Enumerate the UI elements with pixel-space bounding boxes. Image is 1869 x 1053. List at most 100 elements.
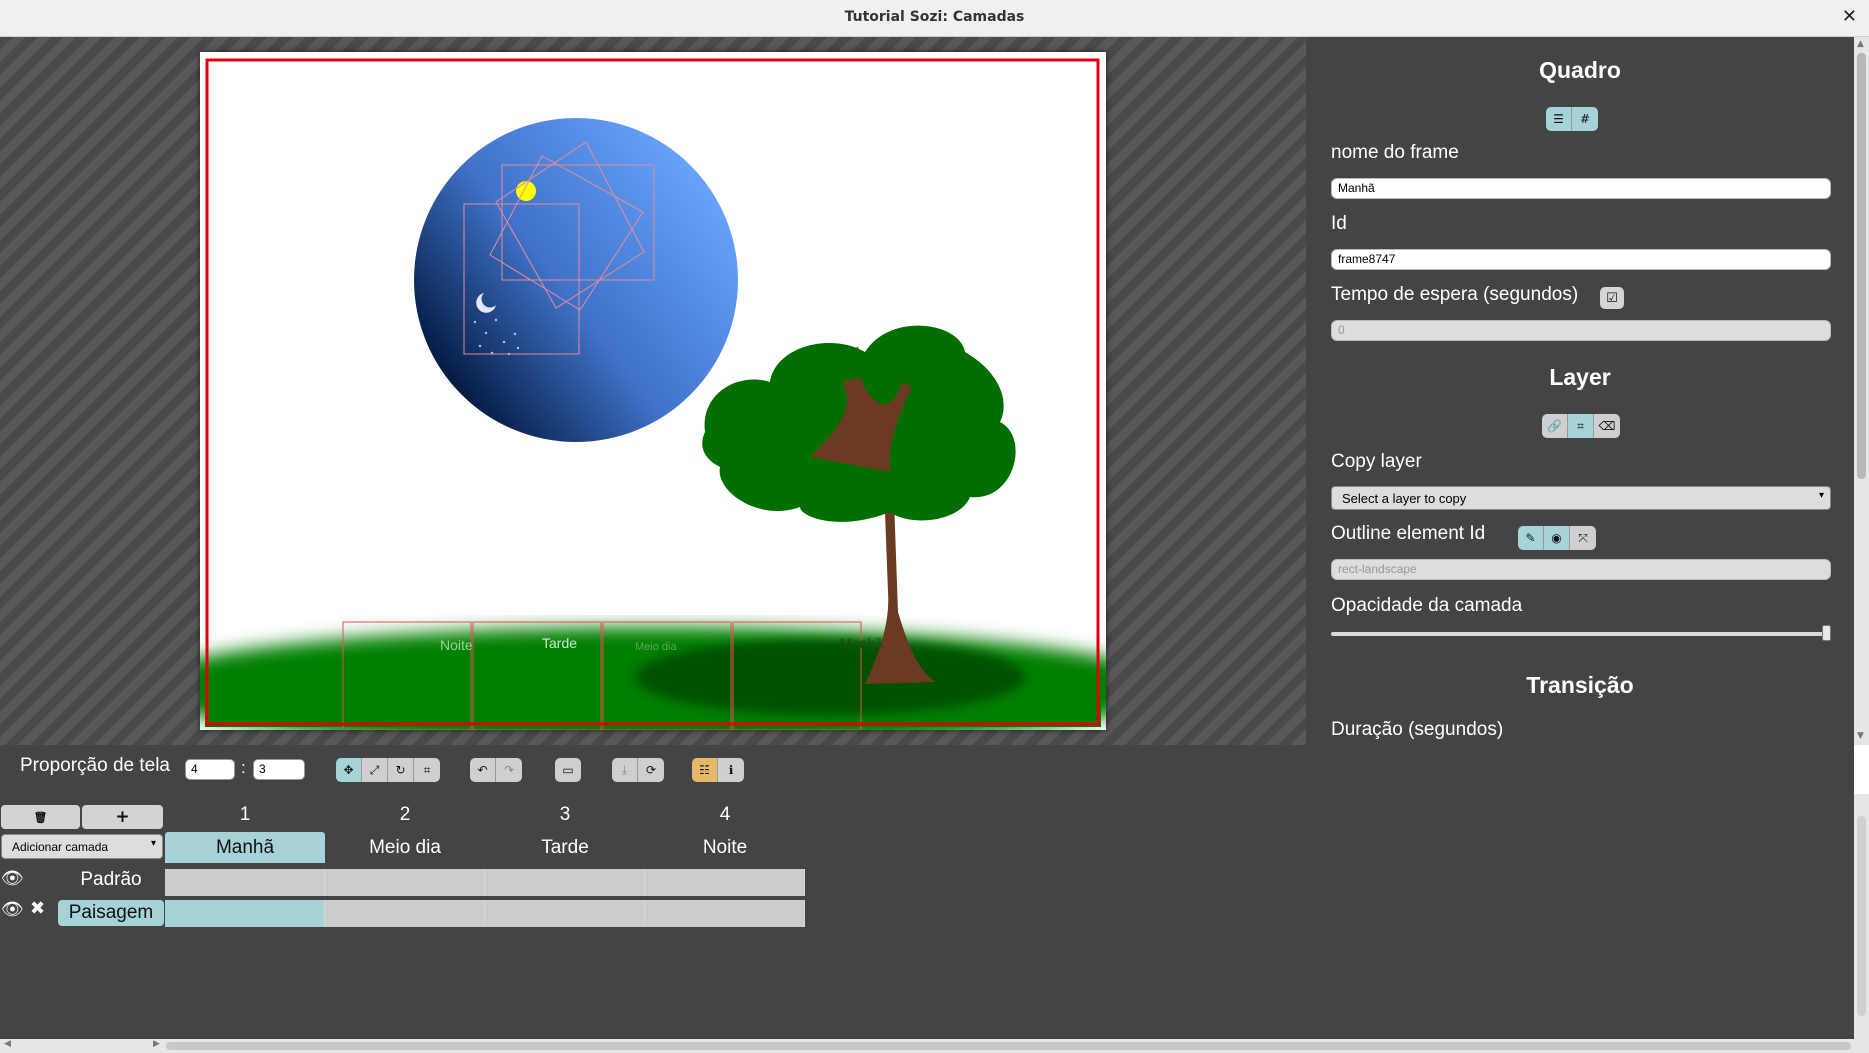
preview-area[interactable]: Noite Tarde Meio dia Manhã <box>0 37 1306 745</box>
eraser-icon[interactable]: ⌫ <box>1594 414 1620 438</box>
timeline-cell[interactable] <box>325 869 485 896</box>
sun <box>516 181 536 201</box>
frame-tab-meio-dia[interactable]: Meio dia <box>325 832 485 863</box>
layer-heading: Layer <box>1549 364 1611 390</box>
info-icon[interactable]: ℹ <box>718 758 744 782</box>
timeline-cell[interactable] <box>645 869 805 896</box>
copy-layer-select[interactable]: Select a layer to copy ▾ <box>1331 486 1831 510</box>
timeout-enable-checkbox-icon[interactable]: ☑ <box>1600 287 1624 309</box>
undo-icon[interactable]: ↶ <box>470 758 496 782</box>
copy-layer-select-value: Select a layer to copy <box>1342 491 1467 506</box>
frame-label-noite: Noite <box>440 637 473 653</box>
hash-icon[interactable]: # <box>1572 107 1598 131</box>
remove-layer-icon[interactable]: ✖ <box>30 898 45 919</box>
presentation-canvas[interactable]: Noite Tarde Meio dia Manhã <box>200 52 1106 730</box>
copy-layer-label: Copy layer <box>1331 451 1422 472</box>
panel-scrollbar-thumb[interactable] <box>1857 53 1866 479</box>
opacity-slider-handle[interactable] <box>1822 625 1831 641</box>
layer-label-paisagem[interactable]: Paisagem <box>58 900 164 926</box>
frame-label-manha: Manhã <box>840 635 883 651</box>
sliders-icon[interactable]: ☷ <box>692 758 718 782</box>
timeline-hscrollbar[interactable]: ◀ ▶ <box>0 1039 1869 1053</box>
layer-label-padrao[interactable]: Padrão <box>58 869 164 895</box>
fit-icon[interactable]: ⤧ <box>1570 526 1596 550</box>
transition-heading: Transição <box>1526 672 1634 698</box>
aspect-height-input[interactable]: 3 <box>253 759 305 780</box>
transform-tools-group: ✥ ⤢ ↻ ⌗ <box>336 758 440 782</box>
link-icon[interactable]: 🔗 <box>1542 414 1568 438</box>
history-group: ↶ ↷ <box>470 758 522 782</box>
timeline-area: Proporção de tela 4 : 3 ✥ ⤢ ↻ ⌗ ↶ ↷ ▭ ⤓ … <box>0 745 1854 1039</box>
timeout-input[interactable]: 0 <box>1331 320 1831 341</box>
window-title: Tutorial Sozi: Camadas <box>844 9 1025 25</box>
chevron-down-icon: ▾ <box>150 838 156 849</box>
frame-number-4: 4 <box>719 804 731 825</box>
view-toggle-group: ☰ # <box>1546 107 1598 131</box>
timeline-vscrollbar[interactable] <box>1854 794 1869 1039</box>
timeline-hscrollbar-thumb[interactable] <box>166 1042 1851 1050</box>
aspect-separator: : <box>241 758 246 777</box>
plus-icon: + <box>115 807 130 827</box>
panel-toggle-group: ☷ ℹ <box>692 758 744 782</box>
outline-input[interactable]: rect-landscape <box>1331 559 1831 580</box>
layer-tools-group: 🔗 ⌗ ⌫ <box>1542 414 1620 438</box>
opacity-label: Opacidade da camada <box>1331 595 1523 616</box>
frame-number-2: 2 <box>399 804 411 825</box>
title-bar: Tutorial Sozi: Camadas ✕ <box>0 0 1869 37</box>
frame-number-3: 3 <box>559 804 571 825</box>
pick-icon[interactable]: ✎ <box>1518 526 1544 550</box>
timeline-cell-selected[interactable] <box>165 900 325 927</box>
rotate-icon[interactable]: ↻ <box>388 758 414 782</box>
reload-icon[interactable]: ⟳ <box>638 758 664 782</box>
eye-icon[interactable]: 👁 <box>1 899 24 920</box>
frame-tab-manha[interactable]: Manhã <box>165 832 325 863</box>
frame-name-input[interactable]: Manhã <box>1331 178 1831 199</box>
frame-name-label: nome do frame <box>1331 142 1459 163</box>
monitor-icon[interactable]: ▭ <box>555 758 581 782</box>
scroll-left-icon[interactable]: ◀ <box>4 1039 11 1049</box>
add-frame-button[interactable]: + <box>82 805 163 829</box>
preview-group: ▭ <box>555 758 581 782</box>
frame-tab-noite[interactable]: Noite <box>645 832 805 863</box>
add-layer-select[interactable]: Adicionar camada ▾ <box>1 834 163 859</box>
list-icon[interactable]: ☰ <box>1546 107 1572 131</box>
panel-scrollbar[interactable]: ▲ ▼ <box>1854 37 1869 745</box>
id-label: Id <box>1331 213 1347 234</box>
scroll-right-icon[interactable]: ▶ <box>153 1039 160 1049</box>
timeline-vscrollbar-thumb[interactable] <box>1857 816 1866 1016</box>
eye-slash-icon[interactable]: ◉ <box>1544 526 1570 550</box>
move-icon[interactable]: ✥ <box>336 758 362 782</box>
timeline-cell[interactable] <box>645 900 805 927</box>
id-input[interactable]: frame8747 <box>1331 249 1831 270</box>
timeline-cell[interactable] <box>485 869 645 896</box>
frame-tab-tarde[interactable]: Tarde <box>485 832 645 863</box>
scale-icon[interactable]: ⤢ <box>362 758 388 782</box>
timeout-label: Tempo de espera (segundos) <box>1331 284 1579 305</box>
duration-label: Duração (segundos) <box>1331 719 1504 740</box>
opacity-slider[interactable] <box>1331 625 1831 641</box>
crop-icon[interactable]: ⌗ <box>414 758 440 782</box>
frame-number-1: 1 <box>239 804 251 825</box>
chevron-down-icon: ▾ <box>1818 490 1824 501</box>
delete-layer-button[interactable]: 🗑 <box>1 805 80 829</box>
redo-icon[interactable]: ↷ <box>496 758 522 782</box>
timeline-cell[interactable] <box>485 900 645 927</box>
timeline-cell[interactable] <box>325 900 485 927</box>
trash-icon: 🗑 <box>33 810 48 824</box>
add-layer-select-value: Adicionar camada <box>12 840 109 854</box>
aspect-width-input[interactable]: 4 <box>185 759 235 780</box>
download-icon[interactable]: ⤓ <box>612 758 638 782</box>
file-group: ⤓ ⟳ <box>612 758 664 782</box>
timeline-cell[interactable] <box>165 869 325 896</box>
tree-shadow <box>635 639 1025 715</box>
outline-label: Outline element Id <box>1331 523 1486 544</box>
outline-tools-group: ✎ ◉ ⤧ <box>1518 526 1596 550</box>
eye-icon[interactable]: 👁 <box>1 868 24 889</box>
scroll-up-icon[interactable]: ▲ <box>1857 39 1864 49</box>
properties-panel: Quadro ☰ # nome do frame Manhã Id frame8… <box>1306 37 1854 745</box>
close-icon[interactable]: ✕ <box>1842 6 1857 27</box>
quadro-heading: Quadro <box>1539 57 1621 83</box>
scroll-down-icon[interactable]: ▼ <box>1857 731 1864 741</box>
frame-label-meio-dia: Meio dia <box>635 641 677 653</box>
crop-icon[interactable]: ⌗ <box>1568 414 1594 438</box>
